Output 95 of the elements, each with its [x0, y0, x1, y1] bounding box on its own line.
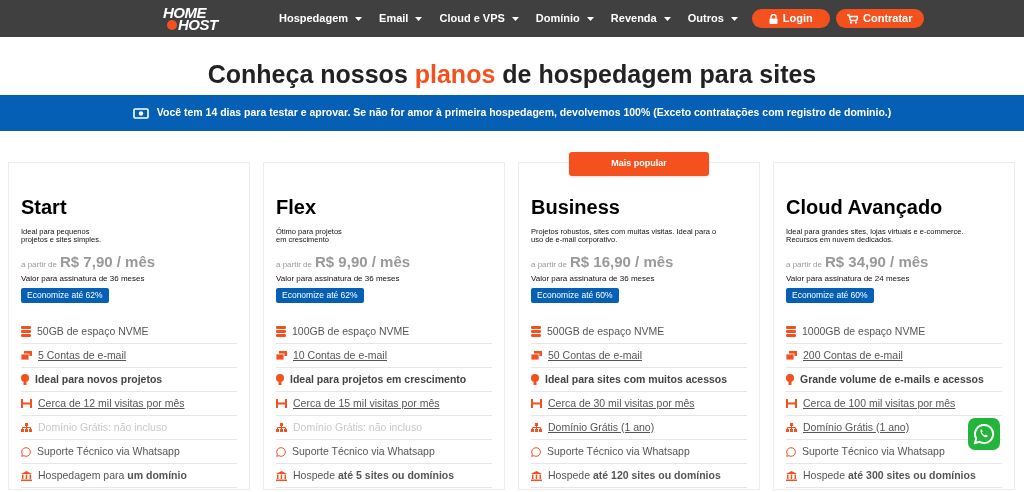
feature-link[interactable]: 10 Contas de e-mail — [293, 347, 387, 364]
dumbbell-icon — [21, 399, 32, 408]
feature-text: 1000GB de espaço NVME — [802, 323, 926, 339]
feature-link[interactable]: Cerca de 15 mil visitas por mês — [293, 395, 440, 412]
bank-icon — [276, 470, 287, 481]
feature-link[interactable]: Cerca de 12 mil visitas por mês — [38, 395, 185, 412]
dumbbell-icon — [786, 399, 797, 408]
lightbulb-icon — [531, 374, 539, 385]
database-icon — [531, 326, 541, 337]
price-prefix: a partir de — [276, 259, 313, 271]
caret-icon — [415, 16, 423, 21]
billing-term: Valor para assinatura de 24 meses — [786, 274, 911, 283]
discount-badge: Economize até 62% — [276, 288, 364, 303]
caret-icon — [663, 16, 671, 21]
feature-text: Suporte Técnico via Whatsapp — [37, 443, 180, 459]
billing-term: Valor para assinatura de 36 meses — [276, 274, 401, 283]
caret-icon — [730, 16, 738, 21]
logo-mark — [167, 19, 177, 30]
sitemap-icon — [786, 423, 797, 432]
price-prefix: a partir de — [21, 259, 58, 271]
feature-link[interactable]: Domínio Grátis (1 ano) — [803, 419, 910, 436]
feature-text: Hospedagem para um domínio — [38, 467, 187, 483]
whatsapp-icon — [786, 446, 796, 457]
feature-link[interactable]: Cerca de 30 mil visitas por mês — [548, 395, 695, 412]
plan-name: Business — [531, 195, 621, 220]
feature-text: Suporte Técnico via Whatsapp — [547, 443, 690, 459]
database-icon — [786, 326, 796, 337]
discount-badge: Economize até 60% — [531, 288, 619, 303]
dumbbell-icon — [531, 399, 542, 408]
discount-badge: Economize até 60% — [786, 288, 874, 303]
billing-term: Valor para assinatura de 36 meses — [531, 274, 656, 283]
page-heading: Conheça nossos planos de hospedagem para sites — [206, 59, 818, 90]
mail-stack-icon — [276, 351, 287, 360]
feature-text: Suporte Técnico via Whatsapp — [802, 443, 945, 459]
lightbulb-icon — [786, 374, 794, 385]
nav-link[interactable]: Hospedagem — [279, 10, 363, 27]
nav-link[interactable]: Outros — [687, 10, 738, 27]
feature-text: Suporte Técnico via Whatsapp — [292, 443, 435, 459]
plan-price: R$ 7,90 / mês — [60, 253, 156, 271]
sitemap-icon — [21, 423, 32, 432]
plan-price: R$ 34,90 / mês — [825, 253, 929, 271]
nav-link[interactable]: Domínio — [535, 10, 594, 27]
plan-price: R$ 16,90 / mês — [570, 253, 674, 271]
feature-link[interactable]: 50 Contas de e-mail — [548, 347, 642, 364]
whatsapp-icon — [276, 446, 286, 457]
cart-icon — [847, 13, 858, 24]
feature-text: 100GB de espaço NVME — [292, 323, 410, 339]
guarantee-text: Você tem 14 dias para testar e aprovar. Se não for amor à primeira hospedagem, devolvemos 100% (Exceto contratações com registro de dominio.) — [156, 105, 892, 121]
bank-icon — [21, 470, 32, 481]
caret-icon — [355, 16, 363, 21]
feature-text: Hospede até 300 sites ou domínios — [803, 467, 976, 483]
whatsapp-icon — [531, 446, 541, 457]
feature-text: Ideal para sites com muitos acessos — [545, 371, 728, 387]
nav-link[interactable]: Cloud e VPS — [439, 10, 519, 27]
nav-link[interactable]: Revenda — [610, 10, 671, 27]
sitemap-icon — [276, 423, 287, 432]
plan-price: R$ 9,90 / mês — [315, 253, 411, 271]
mail-stack-icon — [531, 351, 542, 360]
caret-icon — [511, 16, 519, 21]
whatsapp-button[interactable] — [968, 418, 1000, 450]
feature-text: 500GB de espaço NVME — [547, 323, 665, 339]
feature-link[interactable]: Domínio Grátis (1 ano) — [548, 419, 655, 436]
billing-term: Valor para assinatura de 36 meses — [21, 274, 146, 283]
dumbbell-icon — [276, 399, 287, 408]
mail-stack-icon — [21, 351, 32, 360]
feature-link[interactable]: Cerca de 100 mil visitas por mês — [803, 395, 956, 412]
lightbulb-icon — [276, 374, 284, 385]
plan-name: Flex — [276, 195, 318, 220]
bank-icon — [531, 470, 542, 481]
feature-text: Ideal para novos projetos — [35, 371, 163, 387]
discount-badge: Economize até 62% — [21, 288, 109, 303]
caret-icon — [586, 16, 594, 21]
feature-link[interactable]: 200 Contas de e-mail — [803, 347, 903, 364]
plan-name: Cloud Avançado — [786, 195, 944, 220]
bank-icon — [786, 470, 797, 481]
database-icon — [276, 326, 286, 337]
popular-badge: Mais popular — [569, 152, 709, 176]
price-prefix: a partir de — [786, 259, 823, 271]
price-prefix: a partir de — [531, 259, 568, 271]
nav-link[interactable]: Email — [379, 10, 423, 27]
feature-text: Hospede até 5 sites ou domínios — [293, 467, 455, 483]
feature-text: Hospede até 120 sites ou domínios — [548, 467, 721, 483]
feature-link[interactable]: 5 Contas de e-mail — [38, 347, 127, 364]
whatsapp-icon — [21, 446, 31, 457]
mail-stack-icon — [786, 351, 797, 360]
feature-text: Ideal para projetos em crescimento — [290, 371, 467, 387]
feature-text: 50GB de espaço NVME — [37, 323, 149, 339]
feature-text: Grande volume de e-mails e acessos — [800, 371, 984, 387]
database-icon — [21, 326, 31, 337]
lightbulb-icon — [21, 374, 29, 385]
lock-icon — [768, 13, 778, 24]
money-bill-icon — [132, 107, 149, 119]
logo-text[interactable]: HOST — [178, 18, 218, 31]
sitemap-icon — [531, 423, 542, 432]
plan-name: Start — [21, 195, 68, 220]
